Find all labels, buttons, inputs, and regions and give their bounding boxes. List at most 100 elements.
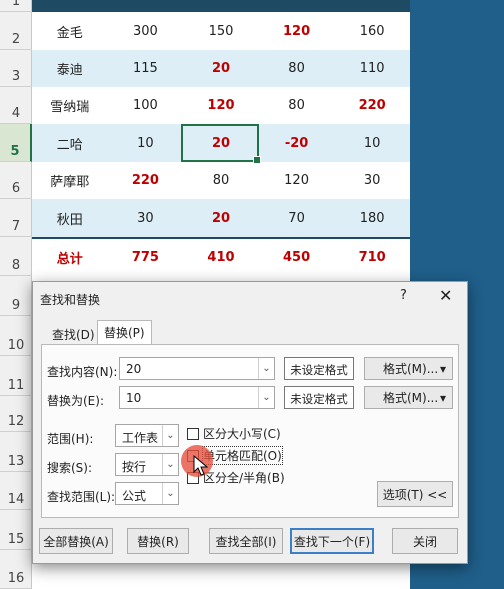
dog-name-cell[interactable]: 萨摩耶 bbox=[32, 171, 108, 190]
replace-button[interactable]: 替换(R) bbox=[127, 528, 189, 554]
value-cell[interactable]: 80 bbox=[183, 173, 259, 188]
table-row: 金毛 300 150 120 160 bbox=[32, 12, 410, 50]
active-cell-selection bbox=[181, 124, 261, 164]
total-label-cell[interactable]: 总计 bbox=[32, 248, 108, 267]
tab-replace[interactable]: 替换(P) bbox=[97, 320, 152, 345]
dialog-title: 查找和替换 bbox=[40, 293, 101, 307]
dropdown-arrow-icon: ▾ bbox=[439, 390, 446, 405]
row-header-12[interactable]: 12 bbox=[0, 396, 32, 432]
value-cell[interactable]: 80 bbox=[259, 61, 335, 76]
dog-name-cell[interactable]: 秋田 bbox=[32, 209, 108, 228]
row-header-9[interactable]: 9 bbox=[0, 276, 32, 316]
find-all-button[interactable]: 查找全部(I) bbox=[209, 528, 283, 554]
dog-name-cell[interactable]: 金毛 bbox=[32, 22, 108, 41]
scope-value: 工作表 bbox=[122, 431, 159, 445]
total-row: 总计 775 410 450 710 bbox=[32, 239, 410, 276]
look-in-label: 查找范围(L): bbox=[47, 490, 116, 504]
tab-find[interactable]: 查找(D) bbox=[45, 322, 102, 344]
row-header-4[interactable]: 4 bbox=[0, 87, 32, 124]
value-cell[interactable]: 30 bbox=[334, 173, 410, 188]
dog-name-cell[interactable]: 二哈 bbox=[32, 134, 108, 153]
value-cell[interactable]: 120 bbox=[183, 98, 259, 113]
dog-name-cell[interactable]: 泰迪 bbox=[32, 59, 108, 78]
replace-format-label: 格式(M)... bbox=[383, 391, 439, 405]
find-format-preview: 未设定格式 bbox=[284, 357, 354, 380]
dog-name-cell[interactable]: 雪纳瑞 bbox=[32, 96, 108, 115]
row-header-7[interactable]: 7 bbox=[0, 199, 32, 237]
row-header-14[interactable]: 14 bbox=[0, 472, 32, 510]
replace-all-button[interactable]: 全部替换(A) bbox=[39, 528, 113, 554]
value-cell[interactable]: 300 bbox=[108, 24, 184, 39]
total-value-cell[interactable]: 410 bbox=[183, 250, 259, 265]
total-value-cell[interactable]: 710 bbox=[334, 250, 410, 265]
row-header-5[interactable]: 5 bbox=[0, 124, 32, 162]
value-cell[interactable]: 20 bbox=[183, 211, 259, 226]
value-cell[interactable]: 110 bbox=[334, 61, 410, 76]
checkbox-box[interactable] bbox=[187, 427, 199, 440]
chevron-down-icon[interactable]: ⌄ bbox=[162, 425, 178, 446]
value-cell[interactable]: 120 bbox=[259, 24, 335, 39]
row-header-15[interactable]: 15 bbox=[0, 510, 32, 550]
find-what-label: 查找内容(N): bbox=[47, 365, 118, 379]
value-cell[interactable]: 70 bbox=[259, 211, 335, 226]
find-what-value: 20 bbox=[126, 362, 142, 376]
table-row: 萨摩耶 220 80 120 30 bbox=[32, 162, 410, 199]
replace-with-label: 替换为(E): bbox=[47, 394, 104, 408]
find-replace-dialog: 查找和替换 ? ✕ 查找(D) 替换(P) 查找内容(N): 20 ⌄ 未设定格… bbox=[32, 281, 468, 564]
value-cell[interactable]: 10 bbox=[334, 136, 410, 151]
options-button[interactable]: 选项(T) << bbox=[377, 481, 453, 507]
close-icon[interactable]: ✕ bbox=[439, 286, 452, 305]
row-header-13[interactable]: 13 bbox=[0, 432, 32, 472]
help-button[interactable]: ? bbox=[400, 288, 407, 303]
total-value-cell[interactable]: 450 bbox=[259, 250, 335, 265]
value-cell[interactable]: 80 bbox=[259, 98, 335, 113]
search-order-value: 按行 bbox=[122, 460, 147, 474]
row-header-10[interactable]: 10 bbox=[0, 316, 32, 356]
value-cell[interactable]: 10 bbox=[108, 136, 184, 151]
find-what-input[interactable]: 20 ⌄ bbox=[119, 357, 275, 380]
value-cell[interactable]: 20 bbox=[183, 61, 259, 76]
row-header-11[interactable]: 11 bbox=[0, 356, 32, 396]
value-cell[interactable]: 115 bbox=[108, 61, 184, 76]
search-order-select[interactable]: 按行 ⌄ bbox=[115, 453, 179, 476]
value-cell[interactable]: 150 bbox=[183, 24, 259, 39]
match-width-label: 区分全/半角(B) bbox=[203, 471, 285, 485]
value-cell[interactable]: 180 bbox=[334, 211, 410, 226]
row-header-3[interactable]: 3 bbox=[0, 50, 32, 87]
row-header-8[interactable]: 8 bbox=[0, 237, 32, 276]
row-header-column: 1 2 3 4 5 6 7 8 9 10 11 12 13 14 15 16 bbox=[0, 0, 32, 589]
row-header-6[interactable]: 6 bbox=[0, 162, 32, 199]
total-value-cell[interactable]: 775 bbox=[108, 250, 184, 265]
table-row: 雪纳瑞 100 120 80 220 bbox=[32, 87, 410, 124]
row-header-1[interactable]: 1 bbox=[0, 0, 32, 12]
search-order-label: 搜索(S): bbox=[47, 461, 93, 475]
value-cell[interactable]: 220 bbox=[108, 173, 184, 188]
chevron-down-icon[interactable]: ⌄ bbox=[162, 454, 178, 475]
look-in-select[interactable]: 公式 ⌄ bbox=[115, 482, 179, 505]
value-cell[interactable]: 100 bbox=[108, 98, 184, 113]
match-entire-cell-label: 单元格匹配(O) bbox=[202, 446, 283, 465]
chevron-down-icon[interactable]: ⌄ bbox=[162, 483, 178, 504]
look-in-value: 公式 bbox=[122, 489, 147, 503]
value-cell[interactable]: 30 bbox=[108, 211, 184, 226]
row-header-16[interactable]: 16 bbox=[0, 550, 32, 589]
scope-select[interactable]: 工作表 ⌄ bbox=[115, 424, 179, 447]
chevron-down-icon[interactable]: ⌄ bbox=[258, 358, 274, 379]
value-cell[interactable]: 120 bbox=[259, 173, 335, 188]
value-cell[interactable]: 160 bbox=[334, 24, 410, 39]
find-format-button[interactable]: 格式(M)... ▾ bbox=[364, 357, 453, 380]
replace-with-input[interactable]: 10 ⌄ bbox=[119, 386, 275, 409]
replace-format-button[interactable]: 格式(M)... ▾ bbox=[364, 386, 453, 409]
match-case-label: 区分大小写(C) bbox=[203, 427, 281, 441]
close-button[interactable]: 关闭 bbox=[392, 528, 458, 554]
row-header-2[interactable]: 2 bbox=[0, 12, 32, 50]
scope-label: 范围(H): bbox=[47, 432, 94, 446]
value-cell[interactable]: -20 bbox=[259, 136, 335, 151]
dropdown-arrow-icon: ▾ bbox=[439, 361, 446, 376]
find-format-label: 格式(M)... bbox=[383, 362, 439, 376]
table-header-band bbox=[32, 0, 410, 12]
chevron-down-icon[interactable]: ⌄ bbox=[258, 387, 274, 408]
match-case-checkbox[interactable]: 区分大小写(C) bbox=[187, 425, 281, 442]
find-next-button[interactable]: 查找下一个(F) bbox=[290, 528, 374, 554]
value-cell[interactable]: 220 bbox=[334, 98, 410, 113]
